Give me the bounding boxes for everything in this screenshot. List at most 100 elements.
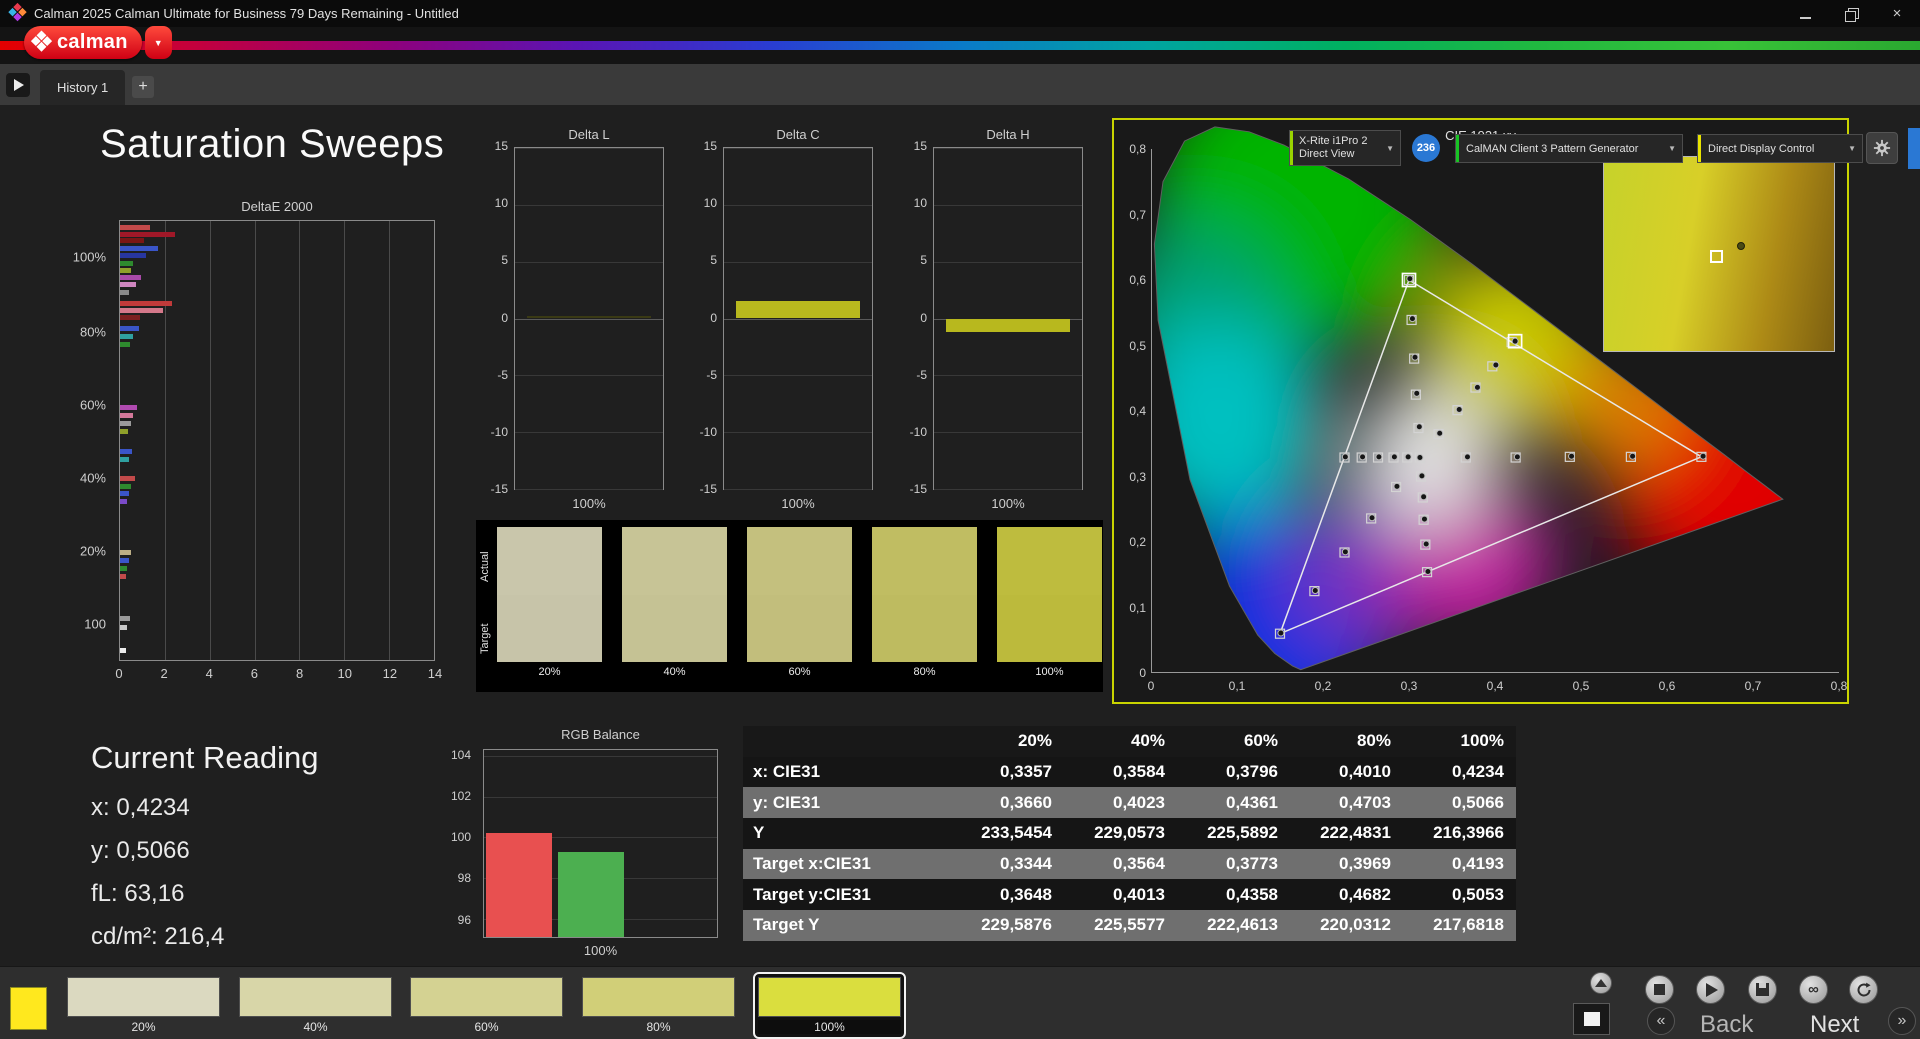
next-skip-button[interactable]: » — [1888, 1007, 1916, 1035]
delta-gridline — [934, 432, 1082, 434]
cie-measured-point — [1436, 429, 1444, 437]
deltae-y-label: 40% — [79, 470, 106, 486]
display-control-dropdown[interactable]: Direct Display Control ▼ — [1697, 134, 1863, 163]
chevron-up-button[interactable] — [1590, 972, 1612, 994]
strip-column: 40% — [622, 527, 727, 678]
plus-icon: + — [138, 78, 148, 95]
table-row: Target x:CIE31 0,3344 0,3564 0,3773 0,3969 0,… — [743, 848, 1516, 880]
deltae-x-label: 2 — [160, 666, 168, 681]
table-cell: 225,5892 — [1207, 823, 1278, 843]
deltae-bar — [120, 573, 126, 579]
loop-button[interactable]: ∞ — [1799, 975, 1828, 1004]
strip-column: 60% — [747, 527, 852, 678]
pattern-swatch-60%[interactable]: 60% — [410, 977, 563, 1034]
save-button[interactable] — [1748, 975, 1777, 1004]
delta-x-label: 100% — [572, 496, 606, 511]
pattern-window-button[interactable] — [1573, 1003, 1610, 1035]
rgb-gridline — [484, 756, 717, 758]
deltae-x-label: 14 — [427, 666, 443, 681]
target-swatch — [872, 594, 977, 662]
target-swatch — [747, 594, 852, 662]
back-button[interactable]: Back — [1700, 1011, 1753, 1039]
table-cell: 0,3773 — [1226, 854, 1278, 874]
pattern-generator-dropdown[interactable]: CalMAN Client 3 Pattern Generator ▼ — [1455, 134, 1683, 163]
delta-gridline — [515, 148, 663, 149]
actual-target-swatch-strip: Actual Target 20% 40% 60% 80% 100% — [476, 520, 1103, 692]
calman-menu: calman ▼ — [24, 26, 172, 59]
pattern-swatch-80%[interactable]: 80% — [582, 977, 735, 1034]
delta-gridline — [724, 148, 872, 149]
delta-bar — [735, 301, 861, 319]
refresh-button[interactable] — [1849, 975, 1878, 1004]
cie-x-label: 0,2 — [1314, 679, 1332, 693]
table-cell: 217,6818 — [1433, 915, 1504, 935]
bottom-bar: 20% 40% 60% 80% 100% ∞ « Back Next » — [0, 966, 1920, 1039]
table-cell: 0,3648 — [1000, 884, 1052, 904]
deltae-bar — [120, 334, 134, 340]
close-icon: × — [1892, 5, 1902, 22]
page-title: Saturation Sweeps — [100, 122, 445, 166]
current-reading-title: Current Reading — [91, 740, 319, 775]
play-button[interactable] — [1696, 975, 1725, 1004]
close-button[interactable]: × — [1874, 0, 1920, 27]
cie-measured-point — [1473, 383, 1481, 391]
delta-y-label: 5 — [920, 253, 927, 268]
meter-count-badge[interactable]: 236 — [1412, 134, 1440, 162]
pattern-swatch-40%[interactable]: 40% — [239, 977, 392, 1034]
cie-measured-point — [1513, 453, 1521, 461]
deltae-gridline — [344, 221, 346, 660]
deltae-bar — [120, 300, 172, 306]
table-header-cell: 100% — [1460, 731, 1504, 751]
next-button[interactable]: Next — [1810, 1011, 1859, 1039]
chevron-up-icon — [1595, 979, 1607, 987]
cie-x-label: 0,8 — [1830, 679, 1848, 693]
deltae-bar — [120, 405, 137, 411]
cie-zoom-inset — [1603, 156, 1835, 352]
cie-x-label: 0,4 — [1486, 679, 1504, 693]
swatch-label: 20% — [131, 1020, 156, 1034]
delta-y-label: -5 — [916, 367, 927, 382]
edge-panel-button[interactable] — [1908, 128, 1920, 169]
minimize-button[interactable] — [1782, 0, 1828, 27]
settings-button[interactable] — [1866, 132, 1898, 164]
rainbow-strip — [0, 41, 1920, 50]
cie-measured-point — [1375, 453, 1383, 461]
delta-bar — [526, 316, 652, 319]
minimize-icon — [1799, 16, 1811, 19]
meter-dropdown[interactable]: X-Rite i1Pro 2 Direct View ▼ — [1289, 130, 1401, 166]
deltae-chart-title: DeltaE 2000 — [241, 199, 313, 214]
gear-icon — [1873, 139, 1891, 157]
table-cell: 0,4010 — [1339, 762, 1391, 782]
cie-y-label: 0,3 — [1129, 469, 1146, 484]
cie-measured-point — [1568, 452, 1576, 460]
pattern-swatch-100%[interactable]: 100% — [753, 972, 906, 1039]
rgb-bar-green — [558, 851, 624, 937]
pattern-swatch-20%[interactable]: 20% — [67, 977, 220, 1034]
delta-y-label: 5 — [710, 253, 717, 268]
actual-swatch — [622, 527, 727, 595]
table-cell: 0,3969 — [1339, 854, 1391, 874]
delta-gridline — [724, 432, 872, 434]
stop-button[interactable] — [1645, 975, 1674, 1004]
strip-swatch — [872, 527, 977, 662]
cie-measured-point — [1424, 567, 1432, 575]
calman-logo-button[interactable]: calman — [24, 26, 142, 59]
table-cell: 222,4613 — [1207, 915, 1278, 935]
rgb-y-label: 104 — [450, 748, 471, 763]
table-cell: 0,3584 — [1113, 762, 1165, 782]
delta-y-label: -15 — [490, 482, 508, 496]
tab-history-1[interactable]: History 1 — [40, 70, 126, 105]
cie-y-label: 0,6 — [1129, 273, 1146, 287]
deltae-bar — [120, 231, 175, 237]
table-row: Y 233,5454 229,0573 225,5892 222,4831 216,396… — [743, 818, 1516, 849]
restore-button[interactable] — [1828, 0, 1874, 27]
cie-y-label: 0,1 — [1129, 600, 1146, 615]
display-control-name: Direct Display Control — [1708, 142, 1815, 155]
back-skip-button[interactable]: « — [1647, 1007, 1675, 1035]
table-cell: 233,5454 — [981, 823, 1052, 843]
delta-y-label: -15 — [699, 482, 717, 496]
add-tab-button[interactable]: + — [132, 76, 154, 98]
calman-menu-dropdown-button[interactable]: ▼ — [144, 26, 172, 59]
history-nav-button[interactable] — [6, 73, 30, 97]
cie-x-label: 0,5 — [1572, 679, 1590, 693]
